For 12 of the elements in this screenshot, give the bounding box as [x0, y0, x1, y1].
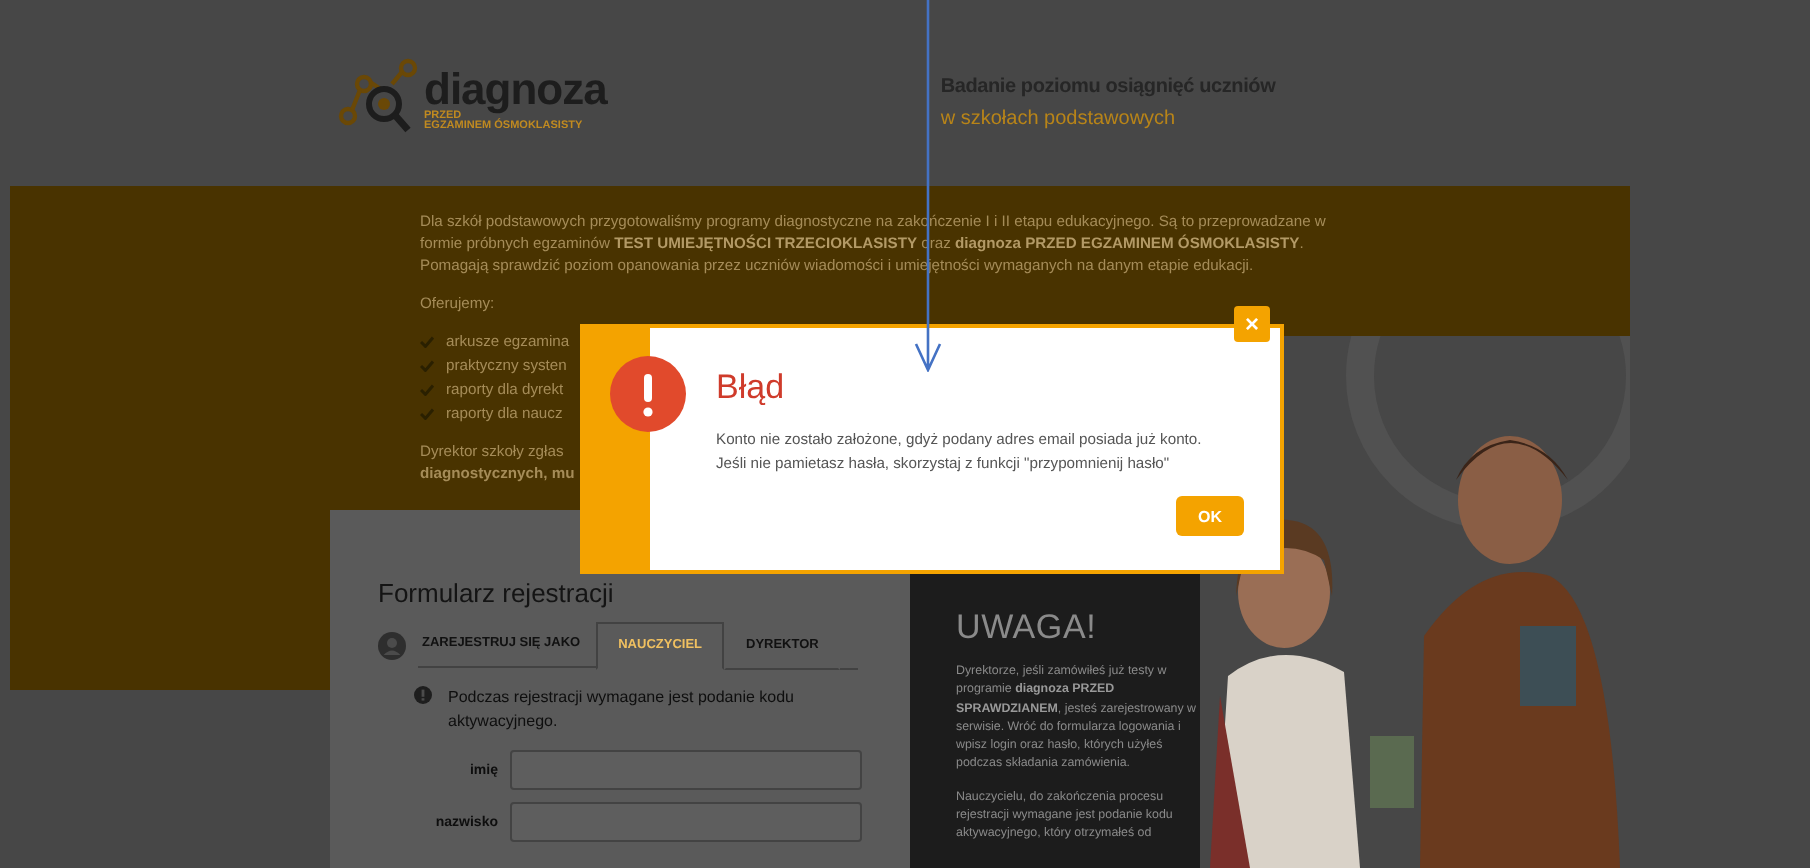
info-icon: [414, 686, 432, 704]
input-field[interactable]: [510, 802, 862, 842]
input-field[interactable]: [510, 750, 862, 790]
page-subheading: w szkołach podstawowych: [940, 108, 1178, 130]
close-button[interactable]: ×: [1234, 306, 1270, 342]
alert-icon: [610, 356, 686, 432]
user-icon: [378, 631, 406, 659]
form-title: Formularz rejestracji: [378, 578, 616, 608]
info-text: Podczas rejestracji wymagane jest podanie kodu aktywacyjnego.: [448, 686, 796, 734]
dialog-title: Błąd: [716, 368, 787, 408]
notice-title: UWAGA!: [956, 608, 1099, 648]
ok-button[interactable]: OK: [1176, 496, 1244, 536]
